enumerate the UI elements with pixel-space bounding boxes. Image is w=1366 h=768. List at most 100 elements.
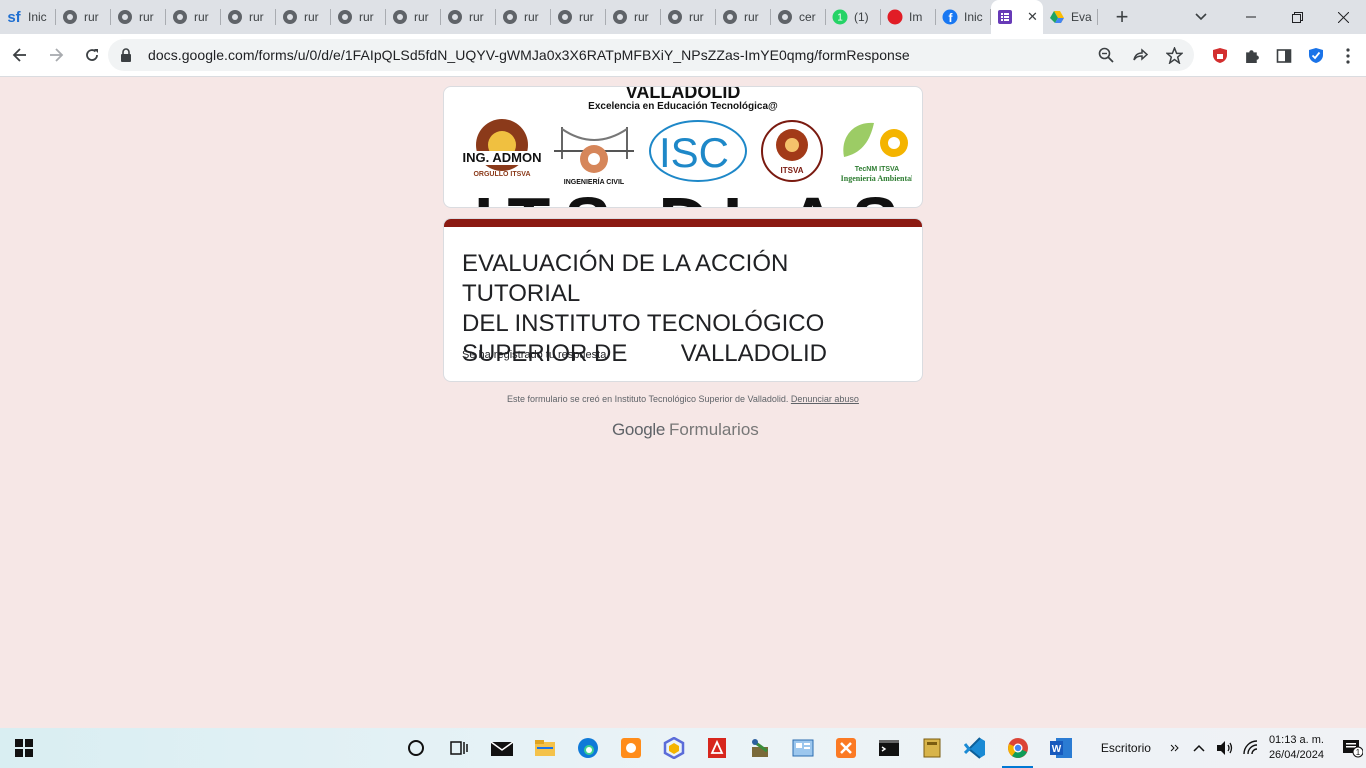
- tab-title: rur: [744, 10, 759, 24]
- tab[interactable]: rur: [56, 0, 111, 34]
- tab[interactable]: rur: [441, 0, 496, 34]
- windows-start-icon[interactable]: [0, 728, 48, 768]
- globe-icon: [62, 9, 78, 25]
- edge-browser-icon[interactable]: [566, 728, 609, 768]
- paint-app-icon[interactable]: [609, 728, 652, 768]
- tab-title: rur: [634, 10, 649, 24]
- close-window-button[interactable]: [1320, 0, 1366, 34]
- isc-logo-icon: ISC: [649, 120, 747, 182]
- network-icon[interactable]: [1241, 738, 1261, 758]
- department-logos: ING. ADMON ORGULLO ITSVA INGENIERÍA CIVI…: [463, 119, 912, 186]
- bookmark-star-icon[interactable]: [1164, 45, 1184, 65]
- vscode-icon[interactable]: [953, 728, 996, 768]
- archive-app-icon[interactable]: [910, 728, 953, 768]
- tab[interactable]: rur: [386, 0, 441, 34]
- adblock-icon[interactable]: [1210, 46, 1230, 66]
- tab-title: rur: [414, 10, 429, 24]
- tab-title: rur: [249, 10, 264, 24]
- whatsapp-icon: 1: [832, 9, 848, 25]
- tab-title: rur: [139, 10, 154, 24]
- tab[interactable]: rur: [111, 0, 166, 34]
- menu-icon[interactable]: [1338, 46, 1358, 66]
- banner-big-text: ITS DI AS: [474, 187, 912, 207]
- new-tab-button[interactable]: +: [1108, 3, 1136, 31]
- tab[interactable]: rur: [331, 0, 386, 34]
- tab[interactable]: Im: [881, 0, 936, 34]
- minimize-button[interactable]: [1228, 0, 1274, 34]
- shield-icon[interactable]: [1306, 46, 1326, 66]
- chrome-icon[interactable]: [996, 728, 1039, 768]
- back-button[interactable]: [4, 39, 36, 71]
- logo-sublabel: Ingeniería Ambiental: [841, 174, 912, 183]
- forms-icon: [997, 9, 1013, 25]
- reload-button[interactable]: [76, 39, 108, 71]
- xampp-icon[interactable]: [824, 728, 867, 768]
- response-message: Se ha registrado tu respuesta.: [462, 349, 610, 361]
- toolbar-expand-icon[interactable]: [1165, 738, 1185, 758]
- close-tab-icon[interactable]: ✕: [1027, 9, 1038, 25]
- facebook-icon: f: [942, 9, 958, 25]
- terminal-icon[interactable]: [867, 728, 910, 768]
- browser-toolbar: docs.google.com/forms/u/0/d/e/1FAIpQLSd5…: [0, 34, 1366, 77]
- volume-icon[interactable]: [1215, 738, 1235, 758]
- tab[interactable]: rur: [716, 0, 771, 34]
- clock-time: 01:13 a. m.: [1268, 734, 1324, 746]
- restore-button[interactable]: [1274, 0, 1320, 34]
- tab[interactable]: rur: [221, 0, 276, 34]
- task-view-icon[interactable]: [437, 728, 480, 768]
- tab[interactable]: rur: [276, 0, 331, 34]
- globe-icon: [612, 9, 628, 25]
- url-text[interactable]: docs.google.com/forms/u/0/d/e/1FAIpQLSd5…: [148, 47, 910, 63]
- tab-active[interactable]: ✕: [991, 0, 1043, 34]
- admin-logo-icon: ING. ADMON ORGULLO ITSVA: [463, 119, 541, 178]
- tab-search-icon[interactable]: [1186, 0, 1216, 34]
- civil-engineering-logo-icon: INGENIERÍA CIVIL: [554, 119, 634, 186]
- banner-subtitle: Excelencia en Educación Tecnológica@: [588, 101, 778, 112]
- globe-icon: [117, 9, 133, 25]
- 3d-app-icon[interactable]: [652, 728, 695, 768]
- tab[interactable]: rur: [496, 0, 551, 34]
- google-forms-logo[interactable]: Google Formularios: [612, 420, 759, 440]
- globe-icon: [392, 9, 408, 25]
- tab-title: rur: [84, 10, 99, 24]
- side-panel-icon[interactable]: [1274, 46, 1294, 66]
- tab[interactable]: cer: [771, 0, 826, 34]
- lock-icon[interactable]: [120, 48, 134, 62]
- search-circle-icon[interactable]: [394, 728, 437, 768]
- notification-count: 1: [1356, 748, 1361, 757]
- extensions-icon[interactable]: [1242, 46, 1262, 66]
- tab[interactable]: rur: [551, 0, 606, 34]
- address-bar[interactable]: docs.google.com/forms/u/0/d/e/1FAIpQLSd5…: [108, 39, 1194, 71]
- word-icon[interactable]: W: [1039, 728, 1082, 768]
- globe-icon: [777, 9, 793, 25]
- tab[interactable]: 1 (1): [826, 0, 881, 34]
- tab[interactable]: Eva: [1043, 0, 1098, 34]
- share-icon[interactable]: [1130, 45, 1150, 65]
- forms-wordmark: Formularios: [669, 420, 759, 439]
- report-abuse-link[interactable]: Denunciar abuso: [791, 394, 859, 404]
- card-accent-bar: [444, 219, 922, 227]
- logo-sublabel: ORGULLO ITSVA: [473, 171, 530, 178]
- system-clock[interactable]: 01:13 a. m. 26/04/2024: [1269, 733, 1324, 763]
- footer-note: Este formulario se creó en Instituto Tec…: [0, 394, 1366, 404]
- tab[interactable]: rur: [661, 0, 716, 34]
- pdf-reader-icon[interactable]: [695, 728, 738, 768]
- tab[interactable]: f Inic: [936, 0, 991, 34]
- svg-text:W: W: [1051, 744, 1061, 755]
- file-explorer-icon[interactable]: [523, 728, 566, 768]
- tab-title: rur: [304, 10, 319, 24]
- form-page: VALLADOLID Excelencia en Educación Tecno…: [0, 77, 1366, 728]
- zoom-icon[interactable]: [1096, 45, 1116, 65]
- mail-icon[interactable]: [480, 728, 523, 768]
- tab[interactable]: rur: [166, 0, 221, 34]
- control-panel-icon[interactable]: [781, 728, 824, 768]
- desktop-toolbar-label[interactable]: Escritorio: [1101, 741, 1151, 755]
- response-card: EVALUACIÓN DE LA ACCIÓN TUTORIAL DEL INS…: [443, 218, 923, 382]
- forward-button[interactable]: [40, 39, 72, 71]
- tab[interactable]: rur: [606, 0, 661, 34]
- tools-app-icon[interactable]: [738, 728, 781, 768]
- tab[interactable]: sf Inic: [0, 0, 56, 34]
- globe-icon: [667, 9, 683, 25]
- show-hidden-icons-icon[interactable]: [1189, 738, 1209, 758]
- notification-center-icon[interactable]: 1: [1338, 728, 1366, 768]
